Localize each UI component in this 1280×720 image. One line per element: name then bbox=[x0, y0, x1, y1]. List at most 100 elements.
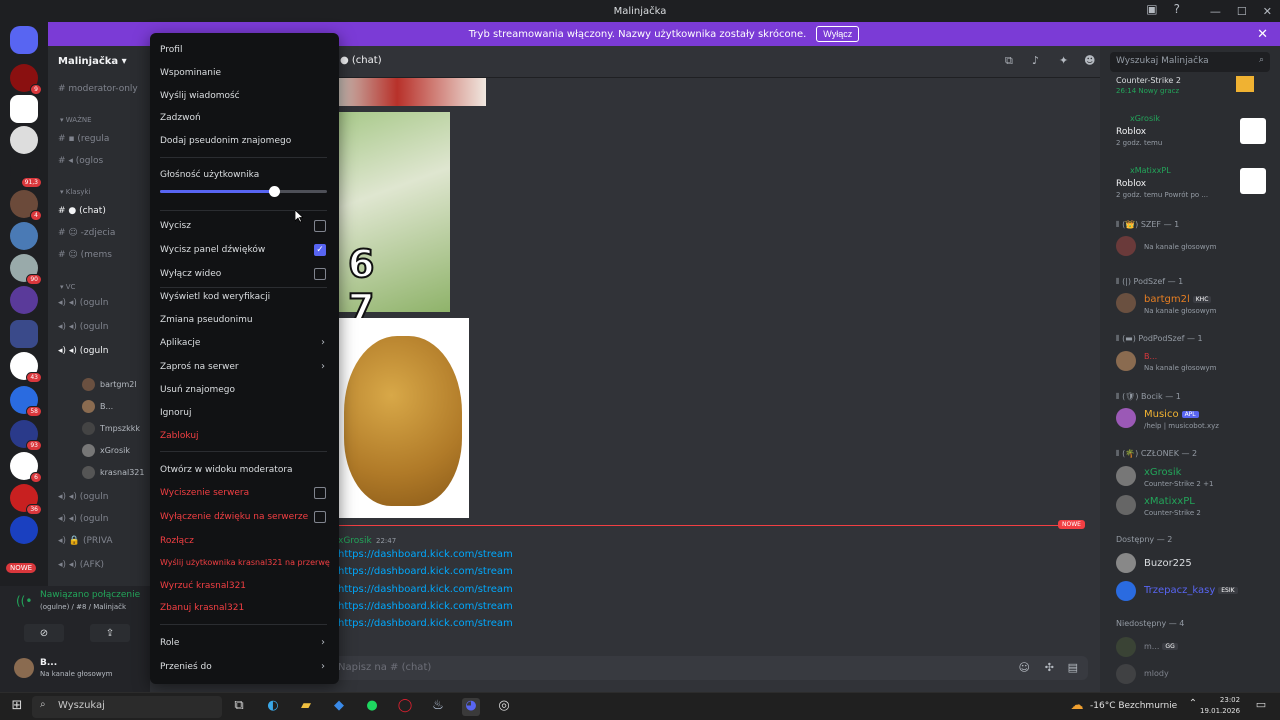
server-icon[interactable]: 58 bbox=[10, 386, 42, 417]
channel-oglos[interactable]: # ◂ (oglos bbox=[58, 156, 103, 166]
disable-video-checkbox[interactable] bbox=[314, 268, 326, 280]
menu-item-ban[interactable]: Zbanuj krasnal321 bbox=[160, 603, 244, 613]
disable-streamer-mode-button[interactable]: Wyłącz bbox=[816, 26, 860, 42]
activity-user[interactable]: xMatixxPL bbox=[1130, 166, 1171, 175]
message-link[interactable]: https://dashboard.kick.com/stream bbox=[338, 618, 513, 629]
screen-share-icon[interactable]: ⇪ bbox=[90, 624, 130, 642]
bell-icon[interactable]: ♪ bbox=[1032, 54, 1039, 67]
inbox-icon[interactable]: ▣ bbox=[1146, 2, 1157, 16]
menu-item-kick[interactable]: Wyrzuć krasnal321 bbox=[160, 581, 246, 591]
spotify-icon[interactable]: ● bbox=[363, 698, 381, 716]
voice-user[interactable]: bartgm2l bbox=[82, 378, 137, 391]
weather-text[interactable]: -16°C Bezchmurnie bbox=[1090, 701, 1177, 711]
menu-item-server-deafen[interactable]: Wyłączenie dźwięku na serwerze bbox=[160, 512, 308, 522]
channel-zdjecia[interactable]: # ☺ -zdjecia bbox=[58, 228, 115, 238]
minimize-button[interactable]: — bbox=[1210, 5, 1221, 18]
menu-item-block[interactable]: Zablokuj bbox=[160, 431, 199, 441]
avatar[interactable] bbox=[1116, 236, 1136, 256]
avatar[interactable] bbox=[1116, 495, 1136, 515]
gift-icon[interactable]: ▤ bbox=[1068, 661, 1078, 674]
voice-user[interactable]: krasnal321 bbox=[82, 466, 144, 479]
channel-mems[interactable]: # ☺ (mems bbox=[58, 250, 112, 260]
voice-channel[interactable]: ◂) ◂) (oguln bbox=[58, 514, 108, 524]
server-icon[interactable] bbox=[10, 222, 38, 250]
server-mute-checkbox[interactable] bbox=[314, 487, 326, 499]
apps-icon[interactable]: ✣ bbox=[1045, 661, 1054, 674]
notifications-icon[interactable]: ▭ bbox=[1252, 698, 1270, 716]
opera-icon[interactable]: ◯ bbox=[396, 698, 414, 716]
message-composer[interactable]: Napisz na # (chat) ☺ ✣ ▤ bbox=[328, 656, 1088, 680]
voice-user[interactable]: Tmpszkkk bbox=[82, 422, 140, 435]
message-link[interactable]: https://dashboard.kick.com/stream bbox=[338, 549, 513, 560]
menu-item-add-nickname[interactable]: Dodaj pseudonim znajomego bbox=[160, 136, 291, 146]
menu-item-timeout[interactable]: Wyślij użytkownika krasnal321 na przerwę bbox=[160, 558, 330, 567]
menu-item-verification-code[interactable]: Wyświetl kod weryfikacji bbox=[160, 292, 270, 302]
menu-item-mute[interactable]: Wycisz bbox=[160, 221, 191, 231]
file-explorer-icon[interactable]: ▰ bbox=[297, 698, 315, 716]
menu-item-mute-soundboard[interactable]: Wycisz panel dźwięków bbox=[160, 245, 265, 255]
voice-channel[interactable]: ◂) ◂) (oguln bbox=[58, 298, 108, 308]
server-icon[interactable]: 36 bbox=[10, 484, 42, 515]
category-klasyki[interactable]: ▾ Klasyki bbox=[60, 188, 90, 196]
voice-channel[interactable]: ◂) ◂) (AFK) bbox=[58, 560, 104, 570]
folder-icon[interactable] bbox=[10, 320, 38, 348]
server-icon[interactable]: 91,3 bbox=[10, 157, 42, 188]
message-author[interactable]: xGrosik bbox=[338, 536, 372, 546]
voice-channel-active[interactable]: ◂) ◂) (oguln bbox=[58, 346, 108, 356]
member-name[interactable]: xMatixxPL bbox=[1144, 496, 1195, 507]
menu-item-mention[interactable]: Wspominanie bbox=[160, 68, 221, 78]
voice-channel[interactable]: ◂) ◂) (oguln bbox=[58, 492, 108, 502]
voice-channel[interactable]: ◂) ◂) (oguln bbox=[58, 322, 108, 332]
server-icon[interactable]: 6 bbox=[10, 452, 42, 483]
members-icon[interactable]: ☻ bbox=[1084, 54, 1095, 67]
member-name[interactable]: Trzepacz_kasy ESIK bbox=[1144, 585, 1238, 596]
channel-regula[interactable]: # ▪ (regula bbox=[58, 134, 109, 144]
server-name[interactable]: Malinjačka ▾ bbox=[58, 56, 127, 67]
message-link[interactable]: https://dashboard.kick.com/stream bbox=[338, 566, 513, 577]
menu-item-profile[interactable]: Profil bbox=[160, 45, 182, 55]
connection-channel[interactable]: (ogulne) / #8 / Malinjačk bbox=[40, 603, 126, 611]
member-name[interactable]: B... bbox=[1144, 352, 1157, 361]
mute-checkbox[interactable] bbox=[314, 220, 326, 232]
member-name[interactable]: Musico APL bbox=[1144, 409, 1199, 420]
channel-chat[interactable]: # ● (chat) bbox=[58, 206, 106, 216]
server-icon[interactable] bbox=[10, 126, 38, 154]
windows-start-icon[interactable]: ⊞ bbox=[8, 698, 26, 716]
menu-item-ignore[interactable]: Ignoruj bbox=[160, 408, 191, 418]
server-deafen-checkbox[interactable] bbox=[314, 511, 326, 523]
store-icon[interactable]: ◆ bbox=[330, 698, 348, 716]
emoji-icon[interactable]: ☺ bbox=[1019, 661, 1030, 674]
server-icon[interactable]: 93 bbox=[10, 420, 42, 451]
search-input[interactable]: Wyszukaj Malinjačka ⌕ bbox=[1110, 52, 1270, 72]
volume-slider-handle[interactable] bbox=[268, 186, 280, 197]
maximize-button[interactable]: ☐ bbox=[1237, 5, 1247, 18]
channel-moderator-only[interactable]: # moderator-only bbox=[58, 84, 138, 94]
member-name[interactable]: Buzor225 bbox=[1144, 558, 1192, 569]
discord-home-icon[interactable] bbox=[10, 26, 38, 54]
attachment-image-cat[interactable]: 6 7 bbox=[338, 112, 450, 331]
server-icon[interactable]: 90 bbox=[10, 254, 42, 285]
avatar[interactable] bbox=[1116, 293, 1136, 313]
threads-icon[interactable]: ⧉ bbox=[1005, 54, 1013, 68]
avatar[interactable] bbox=[1116, 466, 1136, 486]
mute-soundboard-checkbox[interactable]: ✓ bbox=[314, 244, 326, 256]
menu-item-moderator-view[interactable]: Otwórz w widoku moderatora bbox=[160, 465, 293, 475]
server-icon[interactable]: 43 bbox=[10, 352, 42, 383]
member-name[interactable]: bartgm2l KHC bbox=[1144, 294, 1212, 305]
avatar[interactable] bbox=[1116, 351, 1136, 371]
voice-user[interactable]: B... bbox=[82, 400, 113, 413]
close-window-button[interactable]: ✕ bbox=[1263, 5, 1272, 18]
voice-user[interactable]: xGrosik bbox=[82, 444, 130, 457]
voice-channel[interactable]: ◂) 🔒 (PRIVA bbox=[58, 536, 113, 546]
message-link[interactable]: https://dashboard.kick.com/stream bbox=[338, 584, 513, 595]
discord-taskbar-icon[interactable]: ◕ bbox=[462, 698, 480, 716]
help-icon[interactable]: ? bbox=[1174, 2, 1180, 16]
activity-user[interactable]: xGrosik bbox=[1130, 114, 1160, 123]
category-wazne[interactable]: ▾ WAŻNE bbox=[60, 116, 92, 124]
close-banner-icon[interactable]: ✕ bbox=[1257, 27, 1268, 42]
menu-item-disconnect[interactable]: Rozłącz bbox=[160, 536, 194, 546]
server-icon[interactable] bbox=[10, 95, 38, 123]
server-icon[interactable] bbox=[10, 286, 38, 314]
taskbar-search[interactable]: ⌕ Wyszukaj bbox=[32, 696, 222, 718]
new-servers-badge[interactable]: NOWE bbox=[6, 563, 37, 573]
